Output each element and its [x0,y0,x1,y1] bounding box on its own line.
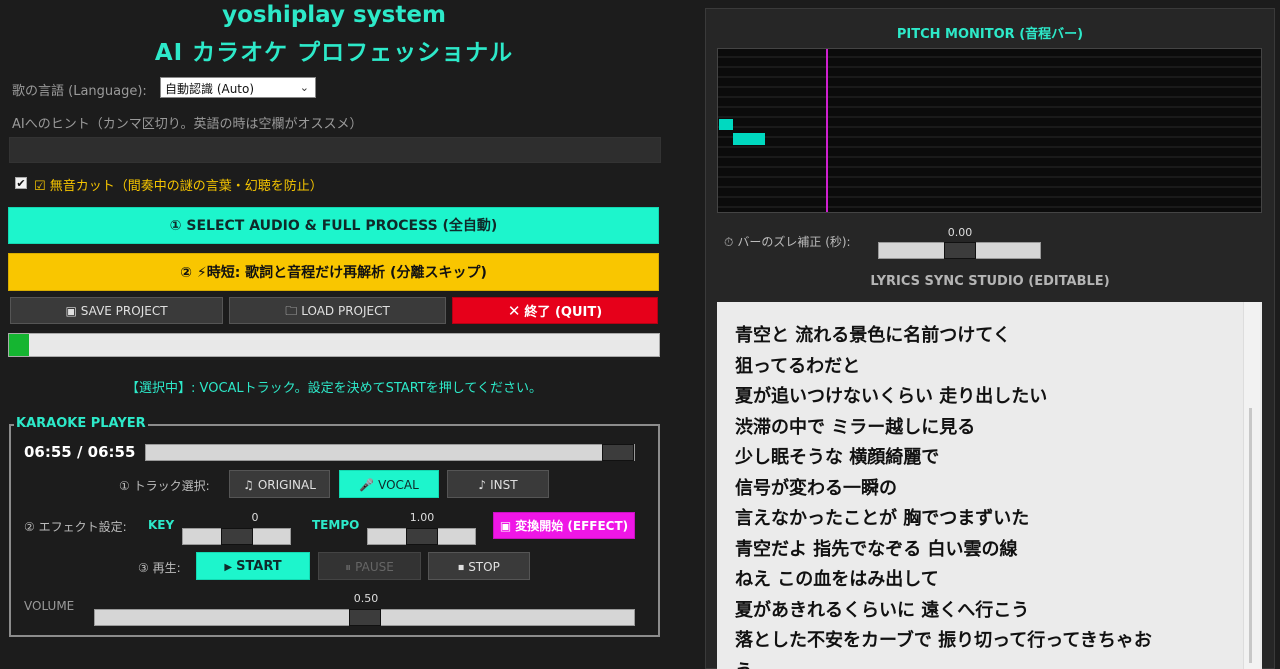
progress-fill [9,334,29,356]
offset-label: バーのズレ補正 (秒): [737,235,851,249]
lyric-line[interactable]: 信号が変わる一瞬の [735,474,1152,505]
lyric-line[interactable]: 夏が追いつけないくらい 走り出したい [735,382,1152,413]
track-select-label: ① トラック選択: [119,479,210,493]
lyric-line[interactable]: 狙ってるわだと [735,352,1152,383]
pitch-bar [733,133,765,145]
lyrics-editor[interactable]: 青空と 流れる景色に名前つけてく 狙ってるわだと 夏が追いつけないくらい 走り出した… [717,302,1262,669]
stop-icon: ⏹ [458,560,465,574]
pitch-graph-svg [718,49,1261,212]
folder-icon: 🗀 [285,304,298,318]
lyric-line[interactable]: 渋滞の中で ミラー越しに見る [735,413,1152,444]
silence-cut-checkbox[interactable]: ✔ [15,177,27,190]
progress-bar [8,333,660,357]
guitar-icon: ♪ [478,478,487,492]
lyric-line[interactable]: 青空と 流れる景色に名前つけてく [735,321,1152,352]
track-inst-button[interactable]: ♪ INST [447,470,549,498]
save-project-button[interactable]: ▣ SAVE PROJECT [10,297,223,324]
effect-icon: ▣ [499,519,512,533]
tempo-slider[interactable] [367,528,476,545]
pitch-monitor-graph [717,48,1262,213]
seek-thumb[interactable] [602,444,634,461]
volume-slider[interactable] [94,609,635,626]
clock-icon: ⏱ [724,235,734,249]
stop-button[interactable]: ⏹ STOP [428,552,530,580]
load-project-button[interactable]: 🗀 LOAD PROJECT [229,297,446,324]
quit-button[interactable]: ✕ 終了 (QUIT) [452,297,658,324]
lyrics-scrollbar-thumb[interactable] [1249,408,1252,663]
offset-thumb[interactable] [944,242,976,259]
app-title: yoshiplay system [222,2,446,28]
lyric-line[interactable]: ねえ この血をはみ出して [735,565,1152,596]
lyrics-studio-title: LYRICS SYNC STUDIO (EDITABLE) [870,274,1110,289]
app-subtitle: AI カラオケ プロフェッショナル [154,40,514,66]
save-project-label: SAVE PROJECT [80,304,168,318]
key-label: KEY [148,518,175,532]
music-note-icon: ♫ [243,478,254,492]
pause-label: PAUSE [355,560,394,574]
track-original-label: ORIGINAL [257,478,316,492]
lyrics-scrollbar[interactable] [1243,302,1260,669]
volume-label: VOLUME [24,599,75,613]
key-slider[interactable] [182,528,291,545]
tempo-thumb[interactable] [406,528,438,545]
lyric-line[interactable]: 落とした不安をカーブで 振り切って行ってきちゃお [735,626,1152,657]
save-icon: ▣ [65,304,77,318]
status-text: 【選択中】: VOCALトラック。設定を決めてSTARTを押してください。 [126,381,542,396]
stop-label: STOP [468,560,500,574]
lyrics-lines: 青空と 流れる景色に名前つけてく 狙ってるわだと 夏が追いつけないくらい 走り出した… [735,321,1152,669]
effect-start-label: 変換開始 (EFFECT) [515,519,629,533]
full-process-button[interactable]: ① SELECT AUDIO & FULL PROCESS (全自動) [8,207,659,244]
hint-input[interactable] [9,137,661,163]
pause-icon: ⏸ [345,560,352,574]
start-button[interactable]: ▶ START [196,552,310,580]
x-icon: ✕ [507,302,521,320]
mic-icon: 🎤 [359,478,375,492]
tempo-label: TEMPO [312,518,360,532]
language-select[interactable]: 自動認識 (Auto) ⌄ [160,77,316,98]
start-label: START [236,559,282,574]
load-project-label: LOAD PROJECT [301,304,390,318]
lyric-line[interactable]: 言えなかったことが 胸でつまずいた [735,504,1152,535]
offset-slider[interactable] [878,242,1041,259]
lyric-line[interactable]: 少し眠そうな 横顔綺麗で [735,443,1152,474]
quick-reanalyze-button[interactable]: ② ⚡時短: 歌詞と音程だけ再解析 (分離スキップ) [8,253,659,291]
play-icon: ▶ [224,562,233,573]
lyric-line[interactable]: う [735,657,1152,669]
lyric-line[interactable]: 青空だよ 指先でなぞる 白い雲の線 [735,535,1152,566]
key-value: 0 [251,511,259,524]
seek-slider[interactable] [145,444,635,461]
track-vocal-button[interactable]: 🎤 VOCAL [339,470,439,498]
lyric-line[interactable]: 夏があきれるくらいに 遠くへ行こう [735,596,1152,627]
track-vocal-label: VOCAL [378,478,419,492]
key-thumb[interactable] [221,528,253,545]
volume-thumb[interactable] [349,609,381,626]
silence-cut-label: ☑ 無音カット（間奏中の謎の言葉・幻聴を防止） [34,179,323,194]
hint-label: AIへのヒント（カンマ区切り。英語の時は空欄がオススメ） [12,117,363,132]
quit-label: 終了 (QUIT) [524,305,603,320]
effect-start-button[interactable]: ▣ 変換開始 (EFFECT) [493,512,635,539]
offset-value: 0.00 [947,226,973,239]
language-selected-value: 自動認識 (Auto) [165,82,255,96]
play-label: ③ 再生: [138,561,181,575]
pitch-bar [719,119,733,130]
track-original-button[interactable]: ♫ ORIGINAL [229,470,330,498]
pause-button[interactable]: ⏸ PAUSE [318,552,421,580]
language-label: 歌の言語 (Language): [12,84,147,99]
volume-value: 0.50 [353,592,379,605]
pitch-monitor-title: PITCH MONITOR (音程バー) [896,27,1084,42]
offset-label-row: ⏱ バーのズレ補正 (秒): [724,233,851,250]
track-inst-label: INST [490,478,518,492]
effect-settings-label: ② エフェクト設定: [24,520,127,534]
time-display: 06:55 / 06:55 [24,443,136,461]
pitch-grid [718,56,1261,208]
chevron-down-icon: ⌄ [299,81,309,94]
tempo-value: 1.00 [409,511,435,524]
karaoke-player-legend: KARAOKE PLAYER [14,416,148,431]
